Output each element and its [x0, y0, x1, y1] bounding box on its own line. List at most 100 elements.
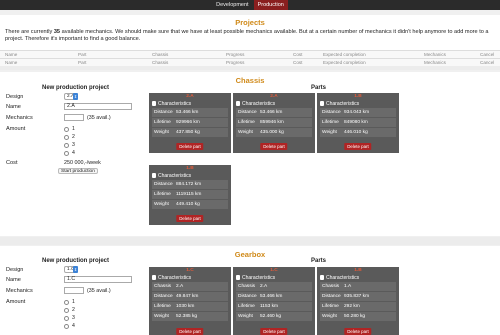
amount-radio-3[interactable]: [64, 316, 69, 321]
design-select[interactable]: 2.A ⇕: [64, 93, 78, 100]
tab-development[interactable]: Development: [212, 0, 252, 10]
col-mechanics-2: Mechanics: [424, 60, 446, 65]
document-icon: [320, 101, 324, 106]
delete-part-button[interactable]: Delete part: [260, 328, 288, 335]
amount-radio-4[interactable]: [64, 324, 69, 329]
delete-part-button[interactable]: Delete part: [344, 143, 372, 150]
name-input[interactable]: 2.A: [64, 103, 132, 110]
amount-radio-1[interactable]: [64, 127, 69, 132]
stat-key: Weight: [322, 130, 337, 135]
mechanics-input[interactable]: [64, 287, 84, 294]
stat-key: Lifetime: [154, 304, 171, 309]
stat-key: Lifetime: [238, 120, 255, 125]
desc-prefix: There are currently: [5, 29, 54, 35]
mechanics-available: (35 avail.): [87, 288, 111, 294]
delete-part-button[interactable]: Delete part: [176, 143, 204, 150]
amount-radio-4-label: 4: [72, 323, 75, 329]
stat-row: Weight 446.010 kg: [320, 128, 396, 137]
col-mechanics: Mechanics: [424, 52, 446, 57]
delete-part-button[interactable]: Delete part: [260, 143, 288, 150]
col-expected: Expected completion: [323, 52, 366, 57]
delete-part-button[interactable]: Delete part: [176, 328, 204, 335]
design-select[interactable]: 1.C ⇕: [64, 266, 78, 273]
stat-key: Weight: [154, 202, 169, 207]
projects-table: Name Part Chassis Progress Cost Expected…: [0, 50, 500, 66]
characteristics-header: Characteristics: [149, 100, 231, 107]
stat-row: Chassis 2.A: [236, 282, 312, 291]
characteristics-header: Characteristics: [149, 172, 231, 179]
stat-key: Weight: [154, 130, 169, 135]
part-card: 2.A Characteristics Distance 53.466 km Li…: [149, 93, 231, 153]
projects-title: Projects: [235, 18, 265, 27]
amount-radio-2[interactable]: [64, 135, 69, 140]
stat-row: Weight 52.385 kg: [152, 312, 228, 321]
characteristics-label: Characteristics: [242, 100, 276, 107]
stat-value: 859946 km: [260, 120, 284, 125]
table-header-row: Name Part Chassis Progress Cost Expected…: [0, 50, 500, 58]
design-label: Design: [6, 94, 24, 100]
document-icon: [152, 275, 156, 280]
table-header-row-2: Name Part Chassis Progress Cost Expected…: [0, 58, 500, 66]
stat-value: 1119115 km: [176, 192, 202, 197]
stat-key: Distance: [238, 294, 257, 299]
stat-row: Distance 53.466 km: [236, 108, 312, 117]
stat-value: 935.837 km: [344, 294, 370, 299]
stat-row: Weight 449.410 kg: [152, 200, 228, 209]
stat-value: 929966 km: [176, 120, 200, 125]
characteristics-header: Characteristics: [317, 274, 399, 281]
stat-row: Distance 53.466 km: [236, 292, 312, 301]
stat-value: 934.043 km: [344, 110, 370, 115]
start-production-button[interactable]: Start production: [58, 168, 98, 174]
part-card: 2.A Characteristics Distance 53.466 km Li…: [233, 93, 315, 153]
stat-row: Weight 52.460 kg: [236, 312, 312, 321]
stat-row: Distance 934.043 km: [320, 108, 396, 117]
stat-key: Chassis: [154, 284, 172, 289]
stat-value: 1153 km: [260, 304, 279, 309]
stat-key: Lifetime: [322, 120, 339, 125]
stat-value: 446.010 kg: [344, 130, 368, 135]
col-part-2: Part: [78, 60, 87, 65]
mechanics-available: (35 avail.): [87, 115, 111, 121]
col-progress-2: Progress: [226, 60, 245, 65]
select-arrow-icon: ⇕: [73, 93, 78, 100]
characteristics-label: Characteristics: [158, 274, 192, 281]
col-cost-2: Cost: [293, 60, 303, 65]
stat-row: Distance 935.837 km: [320, 292, 396, 301]
name-label: Name: [6, 277, 21, 283]
mechanics-label: Mechanics: [6, 288, 33, 294]
tab-production[interactable]: Production: [253, 0, 288, 10]
mechanics-input[interactable]: [64, 114, 84, 121]
chassis-section: Chassis New production project Parts Des…: [0, 72, 500, 236]
characteristics-label: Characteristics: [326, 100, 360, 107]
stat-value: 292 km: [344, 304, 360, 309]
amount-radio-1-label: 1: [72, 299, 75, 305]
amount-radio-3[interactable]: [64, 143, 69, 148]
col-name-2: Name: [5, 60, 18, 65]
stat-value: 50.280 kg: [344, 314, 366, 319]
parts-title: Parts: [311, 85, 327, 91]
new-production-title: New production project: [42, 85, 110, 91]
amount-radio-1[interactable]: [64, 300, 69, 305]
name-input[interactable]: 1.C: [64, 276, 132, 283]
stat-row: Weight 50.280 kg: [320, 312, 396, 321]
stat-value: 849080 km: [344, 120, 368, 125]
amount-radio-1-label: 1: [72, 126, 75, 132]
stat-row: Distance 49.847 km: [152, 292, 228, 301]
amount-radio-2[interactable]: [64, 308, 69, 313]
col-part: Part: [78, 52, 87, 57]
stat-value: 52.460 kg: [260, 314, 282, 319]
stat-row: Lifetime 849080 km: [320, 118, 396, 127]
part-card: 1.C Characteristics Chassis 2.A Distance 4…: [149, 267, 231, 335]
delete-part-button[interactable]: Delete part: [176, 215, 204, 222]
stat-value: 53.466 km: [260, 110, 283, 115]
stat-value: 1.A: [344, 284, 352, 289]
col-chassis-2: Chassis: [152, 60, 169, 65]
amount-radio-4[interactable]: [64, 151, 69, 156]
name-label: Name: [6, 104, 21, 110]
delete-part-button[interactable]: Delete part: [344, 328, 372, 335]
characteristics-label: Characteristics: [326, 274, 360, 281]
divider: [0, 237, 500, 245]
characteristics-header: Characteristics: [233, 100, 315, 107]
top-nav: Development Production: [0, 0, 500, 10]
amount-radio-2-label: 2: [72, 134, 75, 140]
